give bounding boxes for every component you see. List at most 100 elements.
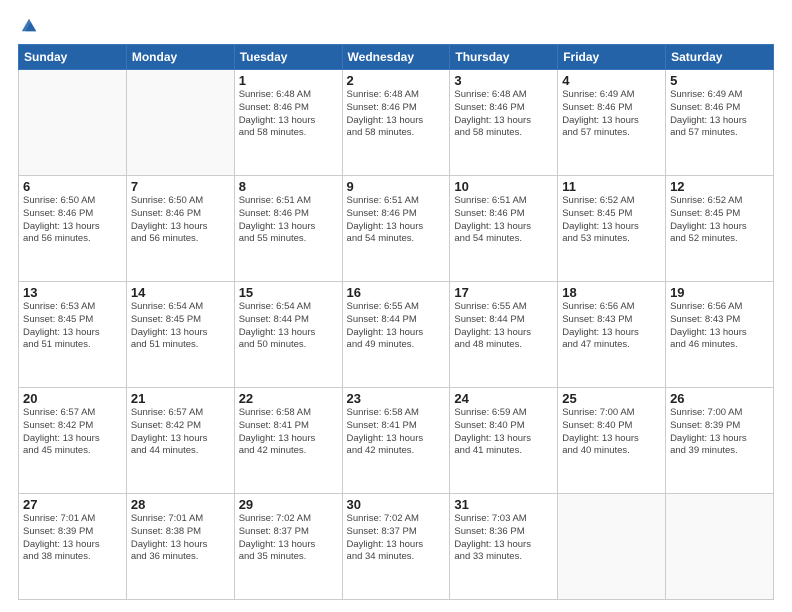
calendar-cell: 22Sunrise: 6:58 AM Sunset: 8:41 PM Dayli… bbox=[234, 388, 342, 494]
day-number: 13 bbox=[23, 285, 122, 300]
day-info: Sunrise: 6:52 AM Sunset: 8:45 PM Dayligh… bbox=[670, 195, 769, 246]
day-info: Sunrise: 6:56 AM Sunset: 8:43 PM Dayligh… bbox=[670, 301, 769, 352]
day-info: Sunrise: 6:56 AM Sunset: 8:43 PM Dayligh… bbox=[562, 301, 661, 352]
logo bbox=[18, 18, 38, 34]
day-number: 14 bbox=[131, 285, 230, 300]
day-number: 19 bbox=[670, 285, 769, 300]
calendar-header-row: SundayMondayTuesdayWednesdayThursdayFrid… bbox=[19, 45, 774, 70]
calendar-cell: 30Sunrise: 7:02 AM Sunset: 8:37 PM Dayli… bbox=[342, 494, 450, 600]
calendar-cell: 5Sunrise: 6:49 AM Sunset: 8:46 PM Daylig… bbox=[666, 70, 774, 176]
calendar-cell: 23Sunrise: 6:58 AM Sunset: 8:41 PM Dayli… bbox=[342, 388, 450, 494]
calendar-cell bbox=[126, 70, 234, 176]
calendar-week-row: 13Sunrise: 6:53 AM Sunset: 8:45 PM Dayli… bbox=[19, 282, 774, 388]
day-info: Sunrise: 6:58 AM Sunset: 8:41 PM Dayligh… bbox=[347, 407, 446, 458]
day-number: 21 bbox=[131, 391, 230, 406]
day-info: Sunrise: 7:01 AM Sunset: 8:38 PM Dayligh… bbox=[131, 513, 230, 564]
calendar-cell: 2Sunrise: 6:48 AM Sunset: 8:46 PM Daylig… bbox=[342, 70, 450, 176]
calendar-cell: 29Sunrise: 7:02 AM Sunset: 8:37 PM Dayli… bbox=[234, 494, 342, 600]
calendar-cell: 28Sunrise: 7:01 AM Sunset: 8:38 PM Dayli… bbox=[126, 494, 234, 600]
day-number: 12 bbox=[670, 179, 769, 194]
day-info: Sunrise: 6:55 AM Sunset: 8:44 PM Dayligh… bbox=[454, 301, 553, 352]
calendar-col-header: Saturday bbox=[666, 45, 774, 70]
day-number: 29 bbox=[239, 497, 338, 512]
calendar-cell: 6Sunrise: 6:50 AM Sunset: 8:46 PM Daylig… bbox=[19, 176, 127, 282]
day-info: Sunrise: 6:51 AM Sunset: 8:46 PM Dayligh… bbox=[347, 195, 446, 246]
day-number: 3 bbox=[454, 73, 553, 88]
day-info: Sunrise: 7:02 AM Sunset: 8:37 PM Dayligh… bbox=[347, 513, 446, 564]
day-number: 20 bbox=[23, 391, 122, 406]
day-info: Sunrise: 6:59 AM Sunset: 8:40 PM Dayligh… bbox=[454, 407, 553, 458]
day-number: 30 bbox=[347, 497, 446, 512]
calendar-cell: 8Sunrise: 6:51 AM Sunset: 8:46 PM Daylig… bbox=[234, 176, 342, 282]
day-number: 18 bbox=[562, 285, 661, 300]
day-info: Sunrise: 6:51 AM Sunset: 8:46 PM Dayligh… bbox=[454, 195, 553, 246]
day-number: 4 bbox=[562, 73, 661, 88]
calendar-cell: 16Sunrise: 6:55 AM Sunset: 8:44 PM Dayli… bbox=[342, 282, 450, 388]
day-info: Sunrise: 7:03 AM Sunset: 8:36 PM Dayligh… bbox=[454, 513, 553, 564]
day-number: 26 bbox=[670, 391, 769, 406]
calendar-week-row: 1 Sunrise: 6:48 AM Sunset: 8:46 PM Daylig… bbox=[19, 70, 774, 176]
calendar-cell: 3Sunrise: 6:48 AM Sunset: 8:46 PM Daylig… bbox=[450, 70, 558, 176]
calendar-col-header: Friday bbox=[558, 45, 666, 70]
calendar-cell bbox=[19, 70, 127, 176]
calendar-cell: 27Sunrise: 7:01 AM Sunset: 8:39 PM Dayli… bbox=[19, 494, 127, 600]
day-info: Sunrise: 6:49 AM Sunset: 8:46 PM Dayligh… bbox=[562, 89, 661, 140]
calendar-cell: 18Sunrise: 6:56 AM Sunset: 8:43 PM Dayli… bbox=[558, 282, 666, 388]
day-info: Sunrise: 7:02 AM Sunset: 8:37 PM Dayligh… bbox=[239, 513, 338, 564]
calendar-cell: 4Sunrise: 6:49 AM Sunset: 8:46 PM Daylig… bbox=[558, 70, 666, 176]
calendar-cell: 31Sunrise: 7:03 AM Sunset: 8:36 PM Dayli… bbox=[450, 494, 558, 600]
day-info: Sunrise: 7:01 AM Sunset: 8:39 PM Dayligh… bbox=[23, 513, 122, 564]
calendar-cell: 15Sunrise: 6:54 AM Sunset: 8:44 PM Dayli… bbox=[234, 282, 342, 388]
calendar-cell: 11Sunrise: 6:52 AM Sunset: 8:45 PM Dayli… bbox=[558, 176, 666, 282]
day-number: 24 bbox=[454, 391, 553, 406]
day-number: 22 bbox=[239, 391, 338, 406]
calendar-week-row: 6Sunrise: 6:50 AM Sunset: 8:46 PM Daylig… bbox=[19, 176, 774, 282]
day-number: 16 bbox=[347, 285, 446, 300]
day-number: 5 bbox=[670, 73, 769, 88]
day-info: Sunrise: 6:51 AM Sunset: 8:46 PM Dayligh… bbox=[239, 195, 338, 246]
day-number: 15 bbox=[239, 285, 338, 300]
logo-icon bbox=[20, 16, 38, 34]
day-info: Sunrise: 6:54 AM Sunset: 8:45 PM Dayligh… bbox=[131, 301, 230, 352]
day-info: Sunrise: 7:00 AM Sunset: 8:39 PM Dayligh… bbox=[670, 407, 769, 458]
page-header bbox=[18, 18, 774, 34]
day-number: 27 bbox=[23, 497, 122, 512]
calendar-week-row: 20Sunrise: 6:57 AM Sunset: 8:42 PM Dayli… bbox=[19, 388, 774, 494]
day-info: Sunrise: 6:50 AM Sunset: 8:46 PM Dayligh… bbox=[131, 195, 230, 246]
calendar-cell: 26Sunrise: 7:00 AM Sunset: 8:39 PM Dayli… bbox=[666, 388, 774, 494]
day-info: Sunrise: 6:53 AM Sunset: 8:45 PM Dayligh… bbox=[23, 301, 122, 352]
day-info: Sunrise: 6:54 AM Sunset: 8:44 PM Dayligh… bbox=[239, 301, 338, 352]
day-number: 23 bbox=[347, 391, 446, 406]
calendar-cell bbox=[666, 494, 774, 600]
calendar-cell: 21Sunrise: 6:57 AM Sunset: 8:42 PM Dayli… bbox=[126, 388, 234, 494]
calendar-week-row: 27Sunrise: 7:01 AM Sunset: 8:39 PM Dayli… bbox=[19, 494, 774, 600]
calendar-cell: 10Sunrise: 6:51 AM Sunset: 8:46 PM Dayli… bbox=[450, 176, 558, 282]
day-number: 17 bbox=[454, 285, 553, 300]
calendar-col-header: Tuesday bbox=[234, 45, 342, 70]
day-number: 9 bbox=[347, 179, 446, 194]
day-number: 10 bbox=[454, 179, 553, 194]
calendar-cell: 19Sunrise: 6:56 AM Sunset: 8:43 PM Dayli… bbox=[666, 282, 774, 388]
calendar-cell: 14Sunrise: 6:54 AM Sunset: 8:45 PM Dayli… bbox=[126, 282, 234, 388]
day-number: 7 bbox=[131, 179, 230, 194]
day-info: Sunrise: 6:57 AM Sunset: 8:42 PM Dayligh… bbox=[131, 407, 230, 458]
day-number: 31 bbox=[454, 497, 553, 512]
calendar-cell: 9Sunrise: 6:51 AM Sunset: 8:46 PM Daylig… bbox=[342, 176, 450, 282]
calendar-col-header: Wednesday bbox=[342, 45, 450, 70]
day-info: Sunrise: 6:50 AM Sunset: 8:46 PM Dayligh… bbox=[23, 195, 122, 246]
calendar-table: SundayMondayTuesdayWednesdayThursdayFrid… bbox=[18, 44, 774, 600]
day-info: Sunrise: 6:49 AM Sunset: 8:46 PM Dayligh… bbox=[670, 89, 769, 140]
calendar-cell: 12Sunrise: 6:52 AM Sunset: 8:45 PM Dayli… bbox=[666, 176, 774, 282]
calendar-col-header: Monday bbox=[126, 45, 234, 70]
calendar-col-header: Thursday bbox=[450, 45, 558, 70]
day-info: Sunrise: 6:57 AM Sunset: 8:42 PM Dayligh… bbox=[23, 407, 122, 458]
calendar-cell: 20Sunrise: 6:57 AM Sunset: 8:42 PM Dayli… bbox=[19, 388, 127, 494]
calendar-col-header: Sunday bbox=[19, 45, 127, 70]
day-info: Sunrise: 6:48 AM Sunset: 8:46 PM Dayligh… bbox=[454, 89, 553, 140]
day-number: 2 bbox=[347, 73, 446, 88]
day-info: Sunrise: 6:52 AM Sunset: 8:45 PM Dayligh… bbox=[562, 195, 661, 246]
day-number: 1 bbox=[239, 73, 338, 88]
day-number: 11 bbox=[562, 179, 661, 194]
day-info: Sunrise: 6:48 AM Sunset: 8:46 PM Dayligh… bbox=[347, 89, 446, 140]
day-number: 28 bbox=[131, 497, 230, 512]
